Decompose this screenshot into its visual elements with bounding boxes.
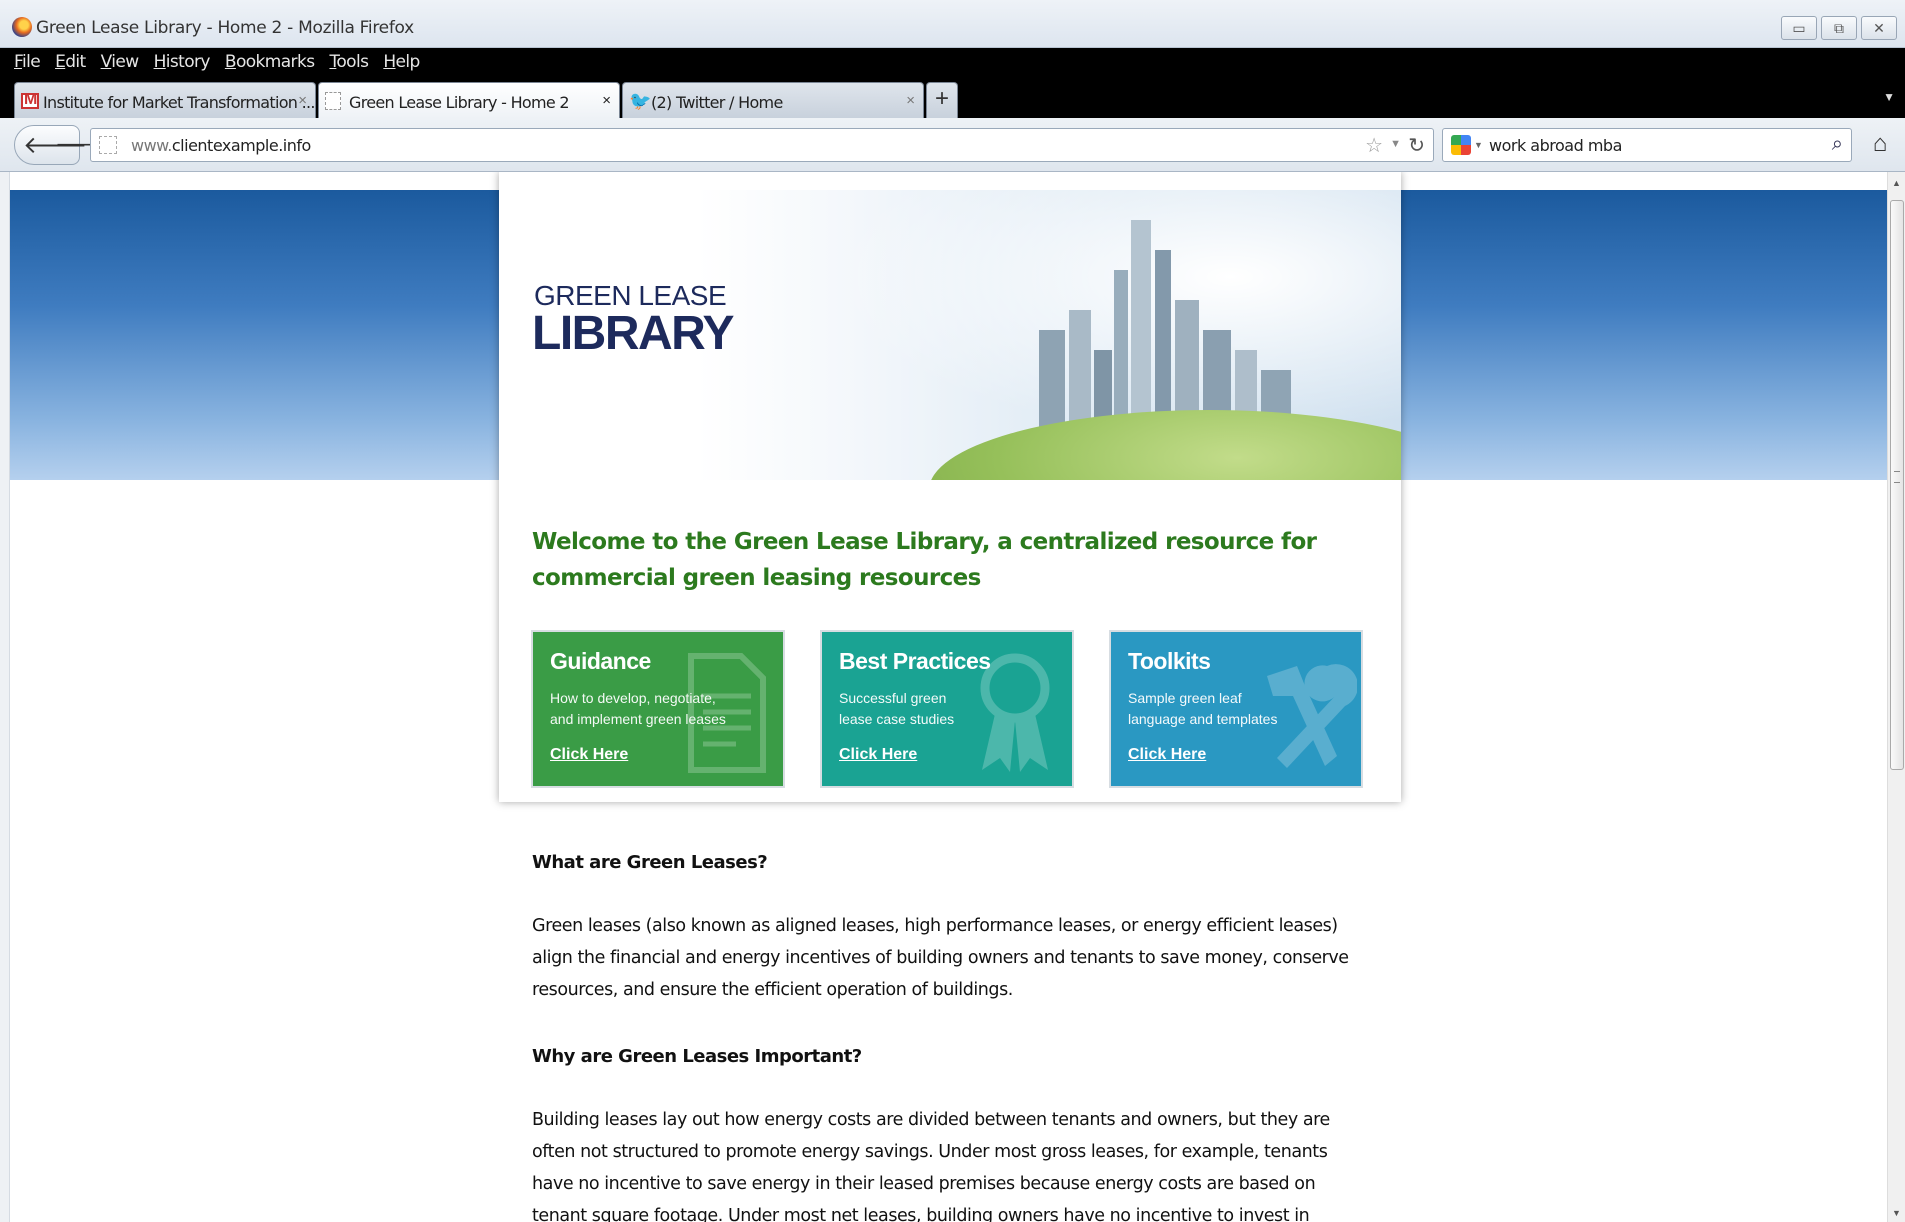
scroll-up-arrow-icon[interactable]: ▲ [1892, 178, 1901, 188]
search-engine-dropdown-icon[interactable]: ▼ [1474, 140, 1483, 150]
tab-green-lease-library[interactable]: Green Lease Library - Home 2 × [318, 82, 620, 119]
window-title: Green Lease Library - Home 2 - Mozilla F… [36, 18, 414, 38]
skyline-tower [1131, 220, 1151, 440]
url-history-dropdown-icon[interactable]: ▼ [1390, 138, 1401, 150]
tab-institute[interactable]: Institute for Market Transformation ... … [14, 82, 316, 118]
url-domain: clientexample.info [171, 136, 311, 155]
tab-twitter[interactable]: 🐦 (2) Twitter / Home × [622, 82, 924, 118]
search-bar[interactable]: ▼ work abroad mba ⌕ [1442, 128, 1852, 162]
vertical-scrollbar[interactable]: ▲ ▼ [1887, 172, 1905, 1222]
google-search-engine-icon[interactable] [1451, 135, 1471, 155]
guidance-click-here-link[interactable]: Click Here [550, 746, 628, 764]
gmail-icon [21, 91, 39, 109]
close-tab-icon[interactable]: × [906, 92, 915, 109]
card-description: How to develop, negotiate, and implement… [550, 690, 726, 727]
address-bar[interactable]: www.clientexample.info ☆ ▼ ↻ [90, 128, 1434, 162]
why-important-body: Building leases lay out how energy costs… [532, 1104, 1372, 1222]
url-text[interactable]: www.clientexample.info [131, 136, 311, 155]
guidance-card[interactable]: Guidance How to develop, negotiate, and … [531, 630, 785, 788]
home-icon[interactable]: ⌂ [1864, 130, 1896, 162]
menu-file[interactable]: File [14, 52, 41, 72]
menu-edit[interactable]: Edit [55, 52, 86, 72]
window-titlebar: Green Lease Library - Home 2 - Mozilla F… [0, 0, 1905, 48]
card-description: Successful green lease case studies [839, 690, 955, 727]
page-viewport: GREEN LEASE LIBRARY Welcome to the Green… [0, 172, 1887, 1222]
what-are-green-leases-body: Green leases (also known as aligned leas… [532, 910, 1372, 1006]
back-forward-group: 🡐 🡒 [14, 125, 109, 165]
hero-banner: GREEN LEASE LIBRARY [499, 190, 1401, 480]
section-paragraph: Green leases (also known as aligned leas… [532, 916, 1349, 1000]
menu-history[interactable]: History [154, 52, 211, 72]
logo-line-2: LIBRARY [532, 307, 735, 360]
new-tab-button[interactable]: + [926, 82, 958, 118]
card-title: Guidance [550, 648, 651, 674]
scroll-down-arrow-icon[interactable]: ▼ [1892, 1208, 1901, 1218]
tab-label: Green Lease Library - Home 2 [349, 93, 570, 112]
best-practices-card[interactable]: Best Practices Successful green lease ca… [820, 630, 1074, 788]
close-tab-icon[interactable]: × [602, 92, 611, 109]
menu-tools[interactable]: Tools [329, 52, 368, 72]
window-controls: ▭ ⧉ ✕ [1781, 16, 1897, 40]
page-content: GREEN LEASE LIBRARY Welcome to the Green… [499, 172, 1401, 1222]
twitter-icon: 🐦 [629, 91, 652, 111]
tab-bar: Institute for Market Transformation ... … [0, 78, 1905, 119]
navigation-toolbar: 🡐 🡒 www.clientexample.info ☆ ▼ ↻ ▼ work … [0, 118, 1905, 172]
card-title: Best Practices [839, 648, 991, 674]
best-practices-click-here-link[interactable]: Click Here [839, 746, 917, 764]
search-magnifier-icon[interactable]: ⌕ [1832, 133, 1843, 156]
card-description: Sample green leaf language and templates [1128, 690, 1278, 727]
section-heading: Why are Green Leases Important? [532, 1046, 862, 1067]
why-important-section: Why are Green Leases Important? [532, 1046, 1372, 1067]
toolkits-card[interactable]: Toolkits Sample green leaf language and … [1109, 630, 1363, 788]
maximize-button[interactable]: ⧉ [1821, 16, 1857, 40]
section-heading: What are Green Leases? [532, 852, 768, 873]
site-identity-icon[interactable] [99, 136, 117, 154]
welcome-heading: Welcome to the Green Lease Library, a ce… [532, 529, 1317, 591]
card-title: Toolkits [1128, 648, 1211, 674]
close-window-button[interactable]: ✕ [1861, 16, 1897, 40]
viewport-left-edge [0, 172, 10, 1222]
close-tab-icon[interactable]: × [298, 92, 307, 109]
firefox-logo-icon [12, 17, 32, 37]
scrollbar-grip [1894, 471, 1900, 483]
url-prefix: www. [131, 136, 172, 155]
search-input[interactable]: work abroad mba [1489, 136, 1622, 155]
menu-bookmarks[interactable]: Bookmarks [225, 52, 315, 72]
minimize-button[interactable]: ▭ [1781, 16, 1817, 40]
tab-list-dropdown-icon[interactable]: ▼ [1883, 90, 1895, 104]
page-icon [325, 92, 341, 110]
toolkits-click-here-link[interactable]: Click Here [1128, 746, 1206, 764]
tab-label: Institute for Market Transformation ... [43, 93, 315, 112]
scrollbar-thumb[interactable] [1890, 200, 1904, 770]
menu-help[interactable]: Help [383, 52, 420, 72]
what-are-green-leases-section: What are Green Leases? [532, 852, 1372, 873]
menu-view[interactable]: View [101, 52, 140, 72]
bookmark-star-icon[interactable]: ☆ [1365, 133, 1383, 158]
tab-label: (2) Twitter / Home [651, 93, 783, 112]
menu-bar: File Edit View History Bookmarks Tools H… [0, 48, 1905, 78]
reload-icon[interactable]: ↻ [1408, 133, 1425, 158]
section-paragraph: Building leases lay out how energy costs… [532, 1110, 1330, 1222]
